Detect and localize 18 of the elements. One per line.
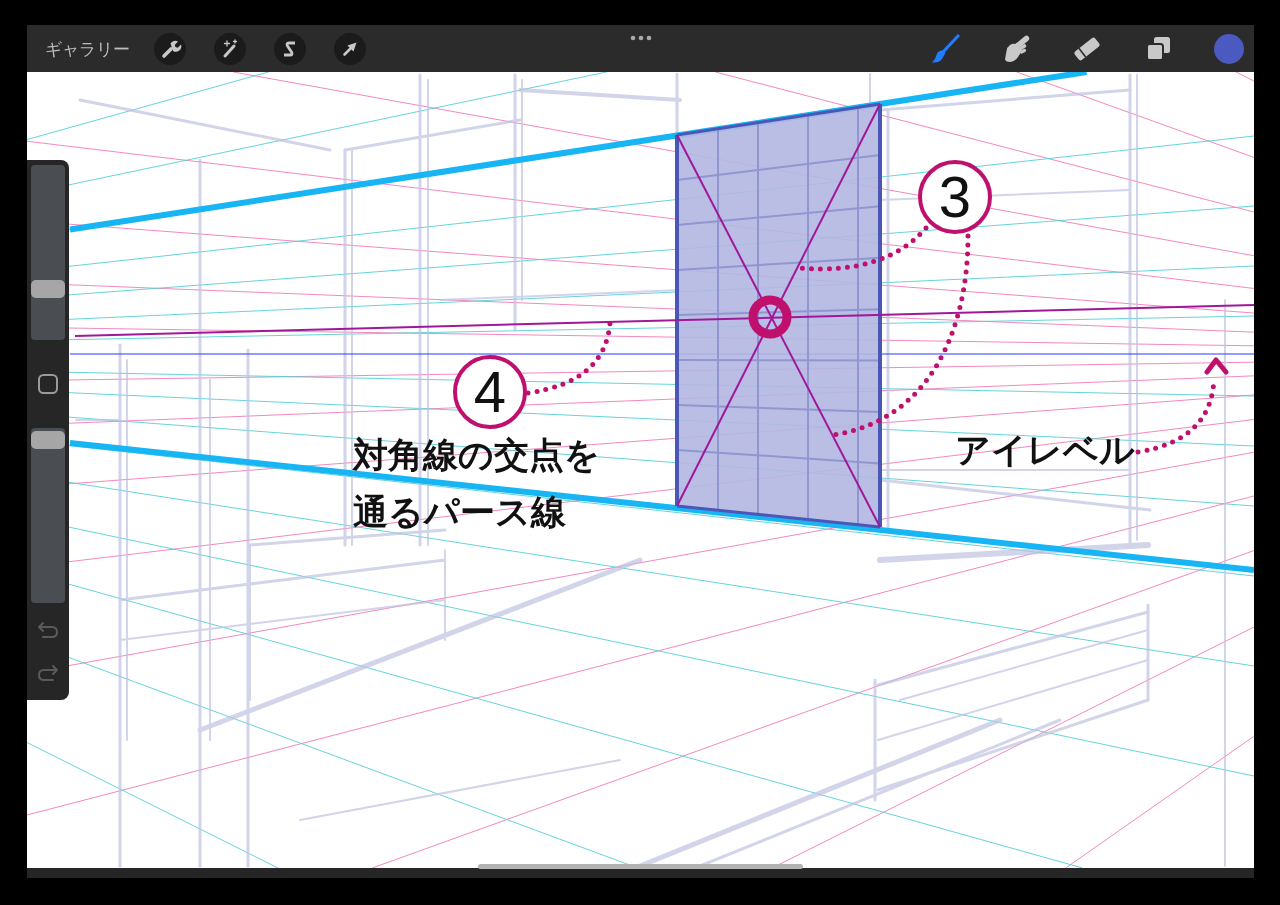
slider-track[interactable] xyxy=(31,428,65,603)
circled-number: 4 xyxy=(453,355,527,429)
ring-icon xyxy=(748,295,792,339)
arrow-cursor-icon[interactable] xyxy=(334,32,366,65)
annotation-label: アイレベル xyxy=(955,429,1135,472)
slider-thumb[interactable] xyxy=(31,431,65,450)
brush-icon[interactable] xyxy=(930,33,960,64)
slider-track[interactable] xyxy=(31,165,65,340)
more-icon[interactable] xyxy=(629,35,652,41)
wrench-icon[interactable] xyxy=(154,32,186,65)
square-icon[interactable] xyxy=(38,374,58,394)
color-swatch[interactable] xyxy=(1214,33,1244,64)
slider-thumb[interactable] xyxy=(31,279,65,298)
magic-wand-icon[interactable] xyxy=(214,32,246,65)
s-ribbon-icon[interactable] xyxy=(274,32,306,65)
annotation-label: 対角線の交点を通るパース線 xyxy=(353,434,601,534)
gallery-button[interactable]: ギャラリー xyxy=(43,37,130,60)
circled-number: 3 xyxy=(918,160,992,234)
